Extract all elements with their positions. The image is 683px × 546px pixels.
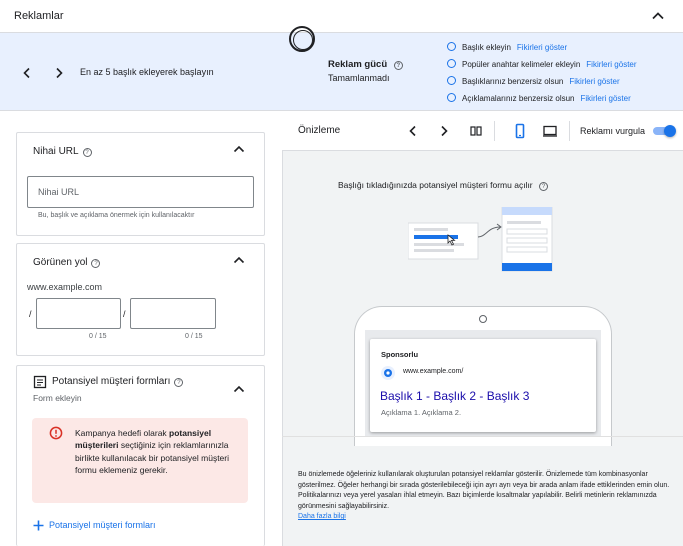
tip-link[interactable]: Fikirleri göster: [586, 60, 636, 69]
help-icon[interactable]: ?: [91, 259, 101, 268]
radio-circle-icon: [447, 93, 456, 102]
help-icon[interactable]: ?: [174, 378, 184, 387]
plus-icon[interactable]: [32, 519, 45, 532]
mobile-device-icon[interactable]: [512, 123, 528, 139]
sponsored-label: Sponsorlu: [381, 350, 419, 359]
lead-form-illustration-icon: [408, 207, 553, 272]
section-header: Reklamlar: [0, 0, 683, 33]
section-title: Reklamlar: [14, 10, 64, 22]
path1-counter: 0 / 15: [89, 333, 107, 340]
help-icon[interactable]: ?: [393, 61, 403, 70]
path-slash: /: [123, 309, 126, 319]
highlight-ad-toggle[interactable]: [651, 124, 677, 138]
final-url-helper: Bu, başlık ve açıklama önermek için kull…: [38, 212, 195, 219]
help-icon[interactable]: ?: [82, 148, 92, 157]
lead-form-title: Potansiyel müşteri formları?: [52, 376, 184, 387]
radio-circle-icon: [447, 42, 456, 51]
final-url-title: Nihai URL?: [33, 146, 92, 157]
radio-circle-icon: [447, 59, 456, 68]
divider: [282, 436, 683, 437]
lead-form-subtitle: Form ekleyin: [33, 393, 82, 403]
tip-link[interactable]: Fikirleri göster: [581, 94, 631, 103]
ad-strength-status: Tamamlanmadı: [328, 73, 390, 83]
highlight-ad-label: Reklamı vurgula: [580, 126, 646, 136]
chevron-up-icon[interactable]: [232, 142, 246, 156]
preview-toolbar: Önizleme Reklamı vurgula: [282, 111, 683, 151]
final-url-input[interactable]: Nihai URL: [27, 176, 254, 208]
tip-link[interactable]: Fikirleri göster: [569, 77, 619, 86]
columns-view-icon[interactable]: [469, 124, 483, 138]
chevron-up-icon[interactable]: [650, 8, 666, 24]
globe-icon: [381, 366, 395, 380]
path1-input[interactable]: [36, 298, 121, 329]
ad-description: Açıklama 1. Açıklama 2.: [381, 408, 462, 417]
strength-hint: En az 5 başlık ekleyerek başlayın: [80, 67, 214, 77]
tip-text: Popüler anahtar kelimeler ekleyin: [462, 60, 581, 69]
form-icon: [33, 375, 47, 389]
preview-disclaimer: Bu önizlemede öğeleriniz kullanılarak ol…: [298, 471, 670, 520]
path2-input[interactable]: [130, 298, 216, 329]
toolbar-divider: [569, 121, 570, 141]
ad-strength-label: Reklam gücü ?: [328, 59, 403, 70]
display-path-title: Görünen yol?: [33, 257, 101, 268]
chevron-left-icon[interactable]: [20, 66, 34, 80]
ad-display-url: www.example.com/: [403, 368, 464, 375]
chevron-up-icon[interactable]: [232, 382, 246, 396]
final-url-placeholder: Nihai URL: [38, 187, 80, 197]
tip-link[interactable]: Fikirleri göster: [517, 43, 567, 52]
tip-item: Başlıklarınız benzersiz olsun Fikirleri g…: [447, 76, 620, 86]
ad-strength-ring: [289, 26, 315, 52]
path-slash: /: [29, 309, 32, 319]
tip-text: Açıklamalarınız benzersiz olsun: [462, 94, 575, 103]
toolbar-divider: [494, 121, 495, 141]
preview-title: Önizleme: [298, 125, 341, 136]
ad-headline[interactable]: Başlık 1 - Başlık 2 - Başlık 3: [380, 389, 529, 403]
radio-circle-icon: [447, 76, 456, 85]
display-path-domain: www.example.com: [27, 282, 103, 292]
chevron-right-icon[interactable]: [52, 66, 66, 80]
tip-text: Başlık ekleyin: [462, 43, 511, 52]
path2-counter: 0 / 15: [185, 333, 203, 340]
help-icon[interactable]: ?: [539, 182, 549, 191]
tip-text: Başlıklarınız benzersiz olsun: [462, 77, 564, 86]
desktop-device-icon[interactable]: [542, 123, 558, 139]
error-icon: [49, 426, 63, 440]
phone-camera: [479, 315, 487, 323]
chevron-left-icon[interactable]: [406, 124, 420, 138]
tip-item: Başlık ekleyin Fikirleri göster: [447, 42, 567, 52]
add-lead-form-button[interactable]: Potansiyel müşteri formları: [49, 520, 156, 530]
ad-preview-card: Sponsorlu www.example.com/ Başlık 1 - Ba…: [370, 339, 596, 432]
tip-item: Popüler anahtar kelimeler ekleyin Fikirle…: [447, 59, 637, 69]
chevron-right-icon[interactable]: [437, 124, 451, 138]
tip-item: Açıklamalarınız benzersiz olsun Fikirleri…: [447, 93, 631, 103]
chevron-up-icon[interactable]: [232, 253, 246, 267]
error-alert-text: Kampanya hedefi olarak potansiyel müşter…: [75, 428, 230, 475]
learn-more-link[interactable]: Daha fazla bilgi: [298, 513, 346, 520]
preview-caption: Başlığı tıkladığınızda potansiyel müşter…: [338, 180, 549, 191]
